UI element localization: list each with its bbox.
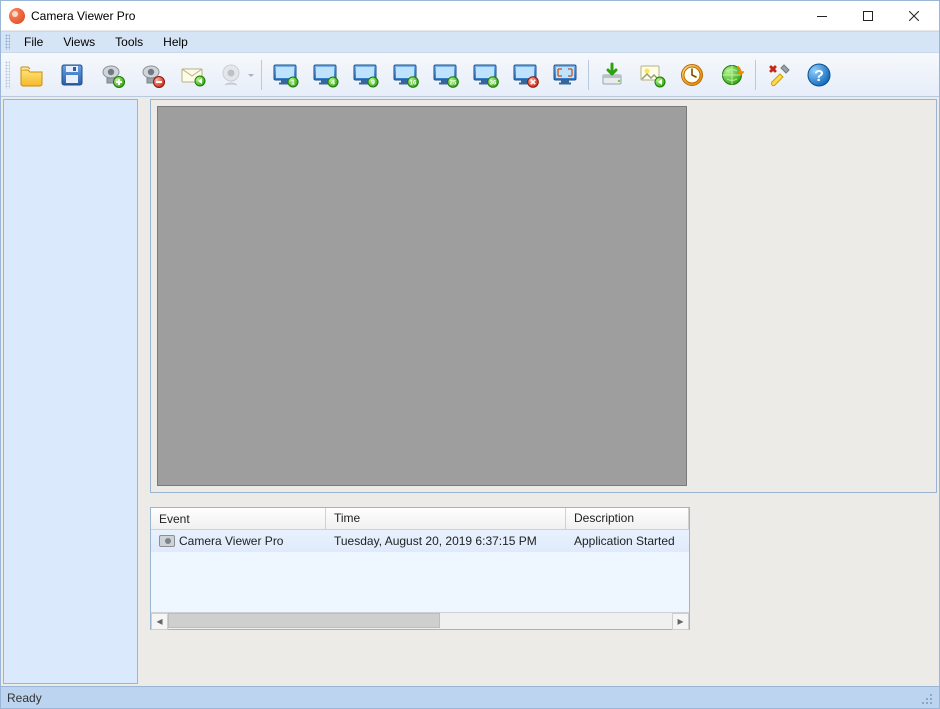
grid-36-button[interactable]: 36 — [465, 56, 505, 94]
events-col-event[interactable]: Event — [151, 508, 326, 529]
window-title: Camera Viewer Pro — [31, 9, 799, 23]
events-cell-time: Tuesday, August 20, 2019 6:37:15 PM — [326, 532, 566, 550]
events-row[interactable]: Camera Viewer Pro Tuesday, August 20, 20… — [151, 530, 689, 552]
svg-text:4: 4 — [331, 79, 335, 86]
fullscreen-button[interactable] — [545, 56, 585, 94]
toolbar-grip-icon — [5, 61, 10, 89]
help-button[interactable]: ? — [799, 56, 839, 94]
events-header-row: Event Time Description — [151, 508, 689, 530]
toolbar: 1 4 9 16 25 — [1, 53, 939, 97]
grid-1-button[interactable]: 1 — [265, 56, 305, 94]
preview-frame — [150, 99, 937, 493]
camera-tree-panel[interactable] — [3, 99, 138, 684]
globe-refresh-icon — [718, 61, 746, 89]
scroll-thumb[interactable] — [168, 613, 440, 628]
svg-text:9: 9 — [371, 79, 375, 86]
events-cell-event-text: Camera Viewer Pro — [179, 534, 283, 548]
svg-text:36: 36 — [490, 80, 497, 86]
svg-text:1: 1 — [291, 79, 295, 86]
events-cell-event: Camera Viewer Pro — [151, 532, 326, 550]
menubar-grip-icon — [5, 34, 10, 50]
events-empty-area — [151, 552, 689, 612]
toolbar-separator — [755, 60, 756, 90]
grid-25-button[interactable]: 25 — [425, 56, 465, 94]
status-bar: Ready — [1, 686, 939, 708]
monitor-25-icon: 25 — [431, 61, 459, 89]
resize-grip-icon[interactable] — [919, 691, 933, 705]
monitor-4-icon: 4 — [311, 61, 339, 89]
close-button[interactable] — [891, 1, 937, 31]
camera-remove-icon — [138, 61, 166, 89]
envelope-icon — [178, 61, 206, 89]
save-button[interactable] — [52, 56, 92, 94]
events-cell-description: Application Started — [566, 532, 689, 550]
menu-views[interactable]: Views — [53, 33, 105, 51]
events-horizontal-scrollbar[interactable]: ◂ ▸ — [151, 612, 689, 629]
menu-file[interactable]: File — [14, 33, 53, 51]
scroll-track[interactable] — [168, 613, 672, 630]
drive-download-icon — [598, 61, 626, 89]
email-button[interactable] — [172, 56, 212, 94]
events-grid: Event Time Description Camera Viewer Pro… — [151, 508, 689, 612]
svg-text:?: ? — [814, 68, 824, 85]
refresh-button[interactable] — [712, 56, 752, 94]
toolbar-separator — [588, 60, 589, 90]
export-image-button[interactable] — [632, 56, 672, 94]
scroll-left-icon[interactable]: ◂ — [151, 613, 168, 630]
maximize-button[interactable] — [845, 1, 891, 31]
clock-icon — [678, 61, 706, 89]
events-panel: Event Time Description Camera Viewer Pro… — [150, 507, 690, 630]
camera-add-icon — [98, 61, 126, 89]
settings-button[interactable] — [759, 56, 799, 94]
menu-bar: File Views Tools Help — [1, 31, 939, 53]
monitor-stop-button[interactable] — [505, 56, 545, 94]
monitor-1-icon: 1 — [271, 61, 299, 89]
toolbar-separator — [261, 60, 262, 90]
schedule-button[interactable] — [672, 56, 712, 94]
grid-16-button[interactable]: 16 — [385, 56, 425, 94]
remove-camera-button[interactable] — [132, 56, 172, 94]
webcam-dropdown-button[interactable] — [212, 56, 258, 94]
picture-export-icon — [638, 61, 666, 89]
events-col-description[interactable]: Description — [566, 508, 689, 529]
client-area: Event Time Description Camera Viewer Pro… — [1, 97, 939, 686]
download-button[interactable] — [592, 56, 632, 94]
tools-icon — [765, 61, 793, 89]
app-icon — [9, 8, 25, 24]
scroll-right-icon[interactable]: ▸ — [672, 613, 689, 630]
svg-text:25: 25 — [450, 80, 457, 86]
help-icon: ? — [805, 61, 833, 89]
title-bar: Camera Viewer Pro — [1, 1, 939, 31]
svg-text:16: 16 — [410, 80, 417, 86]
menu-tools[interactable]: Tools — [105, 33, 153, 51]
events-col-time[interactable]: Time — [326, 508, 566, 529]
main-panel: Event Time Description Camera Viewer Pro… — [150, 99, 937, 684]
grid-4-button[interactable]: 4 — [305, 56, 345, 94]
open-folder-button[interactable] — [12, 56, 52, 94]
minimize-button[interactable] — [799, 1, 845, 31]
video-preview[interactable] — [157, 106, 687, 486]
status-text: Ready — [7, 691, 42, 705]
folder-open-icon — [18, 61, 46, 89]
menu-help[interactable]: Help — [153, 33, 198, 51]
monitor-16-icon: 16 — [391, 61, 419, 89]
monitor-fullscreen-icon — [551, 61, 579, 89]
monitor-36-icon: 36 — [471, 61, 499, 89]
add-camera-button[interactable] — [92, 56, 132, 94]
webcam-icon — [217, 61, 245, 89]
floppy-disk-icon — [58, 61, 86, 89]
monitor-9-icon: 9 — [351, 61, 379, 89]
camera-mini-icon — [159, 535, 175, 547]
grid-9-button[interactable]: 9 — [345, 56, 385, 94]
monitor-stop-icon — [511, 61, 539, 89]
